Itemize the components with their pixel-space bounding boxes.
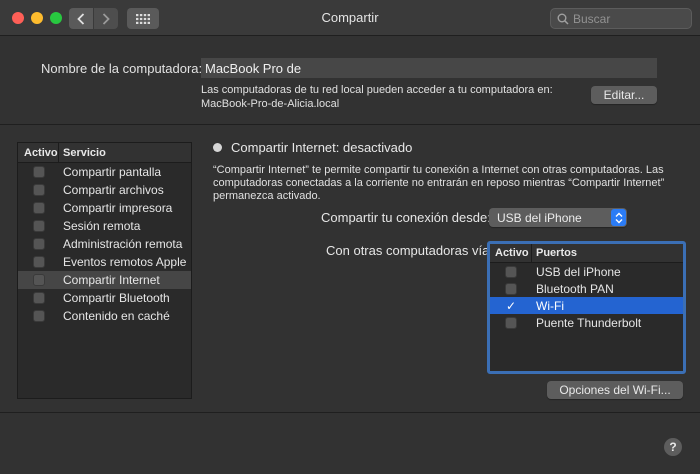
- port-row[interactable]: Bluetooth PAN: [490, 280, 683, 297]
- service-row[interactable]: Compartir impresora: [18, 199, 191, 217]
- service-label: Compartir impresora: [63, 201, 173, 215]
- cb-cell: [18, 166, 59, 178]
- cb-cell: [18, 310, 59, 322]
- service-checkbox[interactable]: [32, 220, 45, 232]
- column-header-active[interactable]: Activo: [18, 143, 59, 162]
- wifi-options-button[interactable]: Opciones del Wi-Fi...: [547, 381, 683, 399]
- cb-cell: ✓: [490, 300, 532, 312]
- port-label: USB del iPhone: [536, 264, 621, 279]
- service-row[interactable]: Compartir archivos: [18, 181, 191, 199]
- service-row[interactable]: Compartir Internet: [18, 271, 191, 289]
- port-row[interactable]: Puente Thunderbolt: [490, 314, 683, 331]
- share-via-label: Con otras computadoras vía:: [326, 243, 493, 258]
- services-table: Activo Servicio Compartir pantalla Compar…: [17, 142, 192, 399]
- port-checkbox[interactable]: [505, 282, 517, 295]
- ports-table-header: Activo Puertos: [490, 244, 683, 263]
- computer-name-input[interactable]: [201, 58, 657, 78]
- service-status-text: Compartir Internet: desactivado: [231, 140, 413, 155]
- service-label: Sesión remota: [63, 219, 141, 233]
- cb-cell: [18, 202, 59, 214]
- edit-button[interactable]: Editar...: [591, 86, 657, 104]
- cb-cell: [490, 282, 532, 295]
- service-label: Compartir pantalla: [63, 165, 162, 179]
- cb-cell: [18, 256, 59, 268]
- computer-name-label: Nombre de la computadora:: [41, 61, 203, 76]
- local-hostname: MacBook-Pro-de-Alicia.local: [201, 98, 340, 110]
- service-row[interactable]: Compartir pantalla: [18, 163, 191, 181]
- description-line: Las computadoras de tu red local pueden …: [201, 84, 553, 96]
- ports-table: Activo Puertos USB del iPhone Bluetooth P…: [487, 241, 686, 374]
- services-table-header: Activo Servicio: [18, 143, 191, 163]
- cb-cell: [18, 220, 59, 232]
- service-row[interactable]: Eventos remotos Apple: [18, 253, 191, 271]
- service-label: Compartir archivos: [63, 183, 164, 197]
- title-bar: Compartir: [0, 0, 700, 36]
- divider: [0, 412, 700, 413]
- service-label: Compartir Bluetooth: [63, 291, 170, 305]
- cb-cell: [490, 265, 532, 278]
- computer-name-description: Las computadoras de tu red local pueden …: [201, 83, 581, 111]
- status-indicator-icon: [213, 143, 222, 152]
- search-input[interactable]: [573, 11, 683, 26]
- service-label: Compartir Internet: [63, 273, 160, 287]
- cb-cell: [490, 316, 532, 329]
- service-label: Administración remota: [63, 237, 183, 251]
- search-icon: [557, 13, 569, 25]
- share-from-select[interactable]: USB del iPhone: [489, 208, 627, 227]
- service-row[interactable]: Administración remota: [18, 235, 191, 253]
- cb-cell: [18, 184, 59, 196]
- column-header-ports[interactable]: Puertos: [532, 247, 577, 259]
- share-from-value: USB del iPhone: [497, 210, 582, 225]
- cb-cell: [18, 274, 59, 286]
- checkmark-icon[interactable]: ✓: [505, 300, 517, 312]
- service-row[interactable]: Sesión remota: [18, 217, 191, 235]
- search-field[interactable]: [550, 8, 692, 29]
- port-row[interactable]: USB del iPhone: [490, 263, 683, 280]
- service-checkbox[interactable]: [32, 256, 45, 268]
- service-checkbox[interactable]: [32, 292, 45, 304]
- service-checkbox[interactable]: [32, 202, 45, 214]
- service-row[interactable]: Compartir Bluetooth: [18, 289, 191, 307]
- service-checkbox[interactable]: [32, 184, 45, 196]
- share-from-label: Compartir tu conexión desde:: [321, 210, 491, 225]
- column-header-service[interactable]: Servicio: [59, 147, 106, 159]
- cb-cell: [18, 292, 59, 304]
- service-checkbox[interactable]: [32, 238, 45, 250]
- port-row[interactable]: ✓ Wi-Fi: [490, 297, 683, 314]
- help-button[interactable]: ?: [664, 438, 682, 456]
- port-checkbox[interactable]: [505, 316, 517, 329]
- port-label: Bluetooth PAN: [536, 281, 614, 296]
- service-label: Contenido en caché: [63, 309, 170, 323]
- service-checkbox[interactable]: [32, 310, 45, 322]
- service-checkbox[interactable]: [32, 274, 45, 286]
- column-header-active[interactable]: Activo: [490, 244, 532, 262]
- updown-chevron-icon: [611, 209, 626, 226]
- service-checkbox[interactable]: [32, 166, 45, 178]
- port-checkbox[interactable]: [505, 265, 517, 278]
- port-label: Wi-Fi: [536, 298, 564, 313]
- cb-cell: [18, 238, 59, 250]
- divider: [0, 124, 700, 125]
- service-label: Eventos remotos Apple: [63, 255, 187, 269]
- service-row[interactable]: Contenido en caché: [18, 307, 191, 325]
- service-description: “Compartir Internet” te permite comparti…: [213, 164, 665, 202]
- port-label: Puente Thunderbolt: [536, 315, 642, 330]
